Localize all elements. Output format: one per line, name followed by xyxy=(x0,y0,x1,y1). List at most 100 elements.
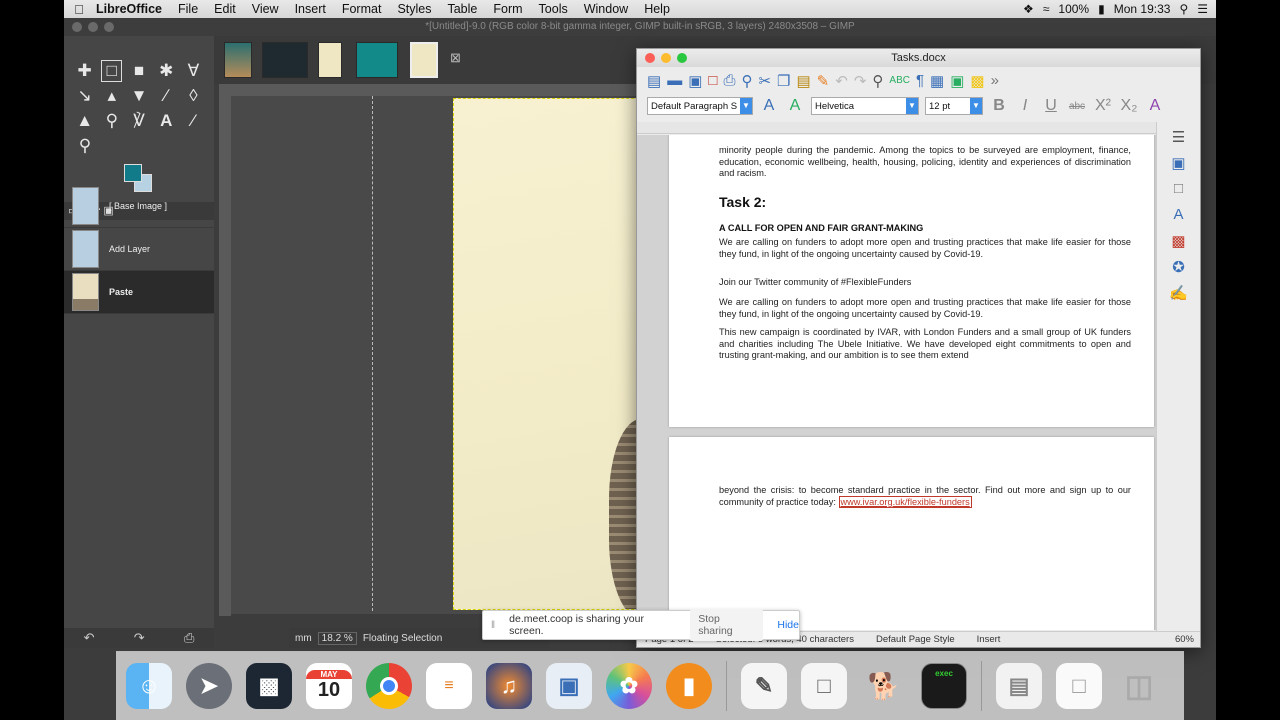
free-select-tool-icon[interactable]: ■ xyxy=(128,61,149,81)
underline-icon[interactable]: U xyxy=(1041,97,1061,115)
folder-icon[interactable]: □ xyxy=(1056,663,1102,709)
gimp-icon[interactable]: 🐕 xyxy=(861,663,907,709)
menu-styles[interactable]: Styles xyxy=(389,2,439,16)
gallery-icon[interactable]: ▩ xyxy=(1168,232,1190,252)
new-style-icon[interactable]: A xyxy=(785,97,805,115)
trash-icon[interactable]: ◫ xyxy=(1116,663,1162,709)
manage-changes-icon[interactable]: ✍ xyxy=(1168,284,1190,304)
menu-help[interactable]: Help xyxy=(636,2,678,16)
audacity-icon[interactable]: ♫ xyxy=(486,663,532,709)
superscript-icon[interactable]: X² xyxy=(1093,97,1113,115)
properties-icon[interactable]: ▣ xyxy=(1168,154,1190,174)
paragraph[interactable]: beyond the crisis: to become standard pr… xyxy=(719,485,1131,508)
paragraph[interactable]: We are calling on funders to adopt more … xyxy=(719,297,1131,320)
page-icon[interactable]: □ xyxy=(1168,180,1190,200)
crop-tool-icon[interactable]: ∀ xyxy=(183,61,204,81)
document-icon[interactable]: ▤ xyxy=(996,663,1042,709)
paragraph[interactable]: minority people during the pandemic. Amo… xyxy=(719,145,1131,180)
italic-icon[interactable]: I xyxy=(1015,97,1035,115)
fuzzy-select-tool-icon[interactable]: ✱ xyxy=(156,61,177,81)
font-size-select[interactable]: 12 pt ▼ xyxy=(925,97,983,115)
unit-select[interactable]: mm xyxy=(295,633,312,644)
sidebar-menu-icon[interactable]: ☰ xyxy=(1168,128,1190,148)
paragraph-style-select[interactable]: Default Paragraph S ▼ xyxy=(647,97,753,115)
lo-minimize-button[interactable] xyxy=(661,53,671,63)
rect-select-tool-icon[interactable]: □ xyxy=(101,59,123,82)
image-tab[interactable] xyxy=(356,42,398,78)
undo-icon[interactable]: ↶ xyxy=(84,630,95,646)
menu-window[interactable]: Window xyxy=(576,2,636,16)
text-tool-icon[interactable]: A xyxy=(156,111,177,131)
image-tab[interactable] xyxy=(224,42,252,78)
print-preview-icon[interactable]: ⚲ xyxy=(741,72,752,90)
paragraph[interactable]: This new campaign is coordinated by IVAR… xyxy=(719,327,1131,362)
spotlight-icon[interactable]: ⚲ xyxy=(1179,2,1188,16)
menu-app-name[interactable]: LibreOffice xyxy=(94,2,170,16)
books-icon[interactable]: ▮ xyxy=(666,663,712,709)
insert-chart-icon[interactable]: ▩ xyxy=(970,72,984,90)
print-icon[interactable]: ⎙ xyxy=(184,630,194,646)
subscript-icon[interactable]: X₂ xyxy=(1119,97,1139,115)
clone-tool-icon[interactable]: ▲ xyxy=(74,111,95,131)
clone-formatting-icon[interactable]: ✎ xyxy=(817,72,830,90)
lo-zoom-button[interactable] xyxy=(677,53,687,63)
reminders-icon[interactable]: ≡ xyxy=(426,663,472,709)
insert-table-icon[interactable]: ▦ xyxy=(930,72,944,90)
smudge-tool-icon[interactable]: ⚲ xyxy=(101,111,122,131)
libreoffice-icon[interactable]: □ xyxy=(801,663,847,709)
menu-insert[interactable]: Insert xyxy=(287,2,334,16)
menu-tools[interactable]: Tools xyxy=(531,2,576,16)
open-folder-icon[interactable]: ▬ xyxy=(667,72,682,89)
drag-handle-icon[interactable]: ‖ xyxy=(491,620,495,631)
clock[interactable]: Mon 19:33 xyxy=(1114,2,1171,16)
zoom-tool-icon[interactable]: ⚲ xyxy=(74,136,96,156)
hide-button[interactable]: Hide xyxy=(777,619,799,631)
menu-edit[interactable]: Edit xyxy=(206,2,244,16)
insert-image-icon[interactable]: ▣ xyxy=(950,72,964,90)
image-layer[interactable] xyxy=(453,98,649,610)
clear-formatting-icon[interactable]: A xyxy=(1145,97,1165,115)
wifi-icon[interactable]: ≈ xyxy=(1043,2,1050,16)
undo-icon[interactable]: ↶ xyxy=(835,72,848,90)
terminal-icon[interactable]: exec xyxy=(921,663,967,709)
eraser-tool-icon[interactable]: ◊ xyxy=(183,86,204,106)
finder-icon[interactable]: ☺ xyxy=(126,663,172,709)
warp-tool-icon[interactable]: ▴ xyxy=(101,86,122,106)
styles-icon[interactable]: A xyxy=(1168,206,1190,226)
preview-icon[interactable]: ▣ xyxy=(546,663,592,709)
foreground-color-swatch[interactable] xyxy=(124,164,142,182)
bold-icon[interactable]: B xyxy=(989,97,1009,115)
cut-icon[interactable]: ✂ xyxy=(758,72,771,90)
formatting-marks-icon[interactable]: ¶ xyxy=(916,72,924,89)
find-replace-icon[interactable]: ⚲ xyxy=(872,72,883,90)
launchpad-icon[interactable]: ➤ xyxy=(186,663,232,709)
lo-close-button[interactable] xyxy=(645,53,655,63)
insert-mode[interactable]: Insert xyxy=(977,634,1001,645)
apple-menu-icon[interactable]:  xyxy=(64,2,94,17)
more-toolbar-icon[interactable]: » xyxy=(991,72,999,89)
navigator-icon[interactable]: ✪ xyxy=(1168,258,1190,278)
calendar-icon[interactable]: MAY 10 xyxy=(306,663,352,709)
zoom-level[interactable]: 60% xyxy=(1175,634,1200,645)
bucket-fill-tool-icon[interactable]: ▼ xyxy=(128,86,149,106)
gimp-minimize-button[interactable] xyxy=(88,22,98,32)
paragraph[interactable]: Join our Twitter community of #FlexibleF… xyxy=(719,277,1131,289)
menu-form[interactable]: Form xyxy=(485,2,530,16)
paragraph[interactable]: We are calling on funders to adopt more … xyxy=(719,237,1131,260)
redo-icon[interactable]: ↷ xyxy=(134,630,145,646)
layer-row-selected[interactable]: Paste xyxy=(64,271,214,314)
gimp-zoom-button[interactable] xyxy=(104,22,114,32)
page-style[interactable]: Default Page Style xyxy=(876,634,955,645)
layer-row[interactable]: [ Base Image ] xyxy=(64,185,214,228)
battery-percent[interactable]: 100% xyxy=(1058,2,1089,16)
print-icon[interactable]: ⎙ xyxy=(723,72,735,89)
menu-view[interactable]: View xyxy=(244,2,287,16)
paste-icon[interactable]: ▤ xyxy=(796,72,810,90)
export-pdf-icon[interactable]: □ xyxy=(708,72,717,89)
gimp-close-button[interactable] xyxy=(72,22,82,32)
new-document-icon[interactable]: ▤ xyxy=(647,72,661,90)
close-tab-icon[interactable]: ⊠ xyxy=(450,50,461,66)
layer-row[interactable]: Add Layer xyxy=(64,228,214,271)
transform-tool-icon[interactable]: ↘ xyxy=(74,86,95,106)
copy-icon[interactable]: ❐ xyxy=(777,72,790,90)
